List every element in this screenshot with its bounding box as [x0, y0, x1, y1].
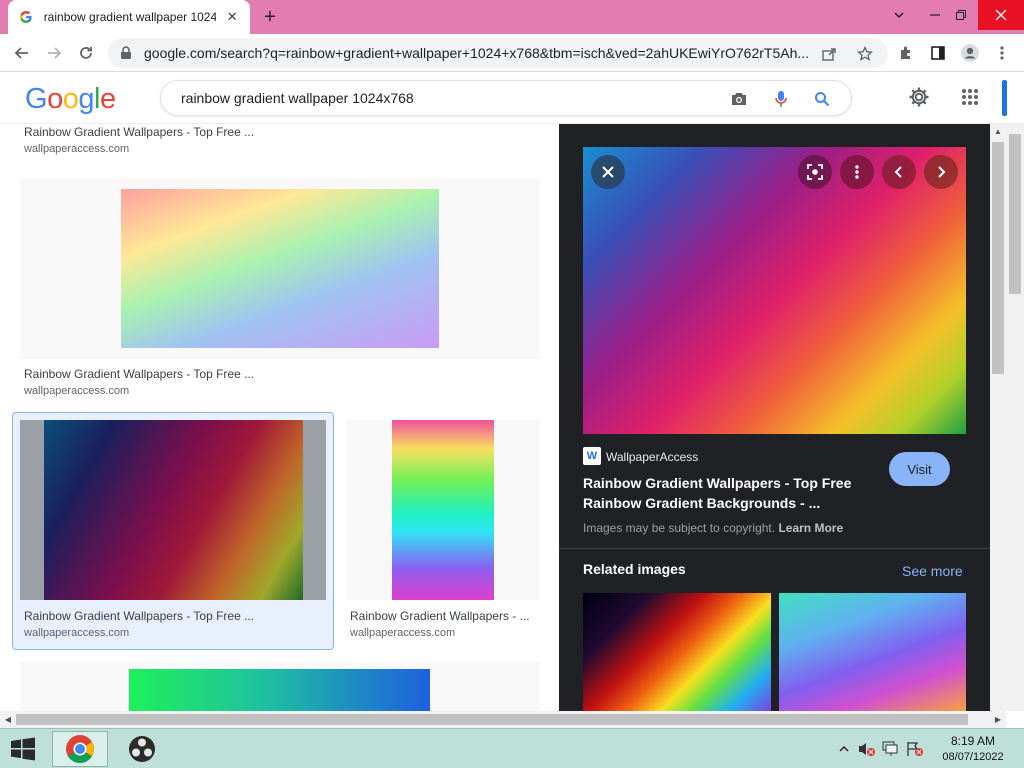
tray-network-icon[interactable]	[882, 741, 900, 757]
result-title[interactable]: Rainbow Gradient Wallpapers - ...	[350, 609, 530, 623]
google-logo-letter: e	[99, 83, 116, 115]
panel-scrollbar[interactable]: ▲	[990, 124, 1006, 711]
horizontal-scrollbar-thumb[interactable]	[16, 714, 968, 725]
result-image-dark-rainbow[interactable]	[44, 420, 303, 600]
profile-icon[interactable]	[958, 41, 982, 65]
clock-time: 8:19 AM	[950, 734, 996, 748]
taskbar-clock[interactable]: 8:19 AM 08/07/12022	[928, 733, 1018, 765]
extensions-icon[interactable]	[894, 41, 918, 65]
side-panel-icon[interactable]	[926, 41, 950, 65]
close-window-button[interactable]	[978, 0, 1024, 30]
google-header: Google rainbow gradient wallpaper 1024x7…	[0, 72, 1024, 124]
lens-search-icon[interactable]	[798, 155, 832, 189]
related-image-1[interactable]	[583, 593, 771, 711]
wallpaperaccess-logo-icon[interactable]: W	[583, 447, 601, 465]
taskbar-obs-icon[interactable]	[114, 731, 170, 767]
search-input[interactable]: rainbow gradient wallpaper 1024x768	[181, 90, 414, 106]
forward-icon[interactable]	[42, 41, 66, 65]
google-logo[interactable]: Google	[25, 83, 116, 116]
related-images-heading: Related images	[583, 561, 686, 577]
new-tab-button[interactable]: +	[258, 6, 282, 28]
image-results-grid: Rainbow Gradient Wallpapers - Top Free .…	[0, 124, 559, 711]
tab-title: rainbow gradient wallpaper 1024x768	[43, 10, 217, 24]
horizontal-scrollbar[interactable]: ◀ ▶	[0, 711, 1006, 728]
google-logo-letter: g	[78, 83, 94, 115]
lock-icon[interactable]	[120, 46, 134, 60]
copyright-text: Images may be subject to copyright.	[583, 521, 776, 535]
tab-search-icon[interactable]	[882, 0, 916, 30]
result-site[interactable]: wallpaperaccess.com	[24, 627, 129, 639]
share-icon[interactable]	[820, 45, 838, 63]
related-image-2[interactable]	[779, 593, 966, 711]
camera-search-icon[interactable]	[729, 89, 749, 109]
tray-chevron-up-icon[interactable]	[835, 741, 853, 757]
back-icon[interactable]	[10, 41, 34, 65]
result-site[interactable]: wallpaperaccess.com	[24, 385, 129, 397]
google-logo-letter: o	[62, 83, 79, 115]
windows-taskbar: 8:19 AM 08/07/12022	[0, 728, 1024, 768]
next-image-icon[interactable]	[924, 155, 958, 189]
previous-image-icon[interactable]	[882, 155, 916, 189]
clock-date: 08/07/12022	[942, 751, 1004, 763]
result-image-green-blue[interactable]	[129, 669, 430, 711]
result-site[interactable]: wallpaperaccess.com	[24, 143, 129, 155]
page-scrollbar[interactable]	[1006, 124, 1024, 711]
chrome-menu-icon[interactable]	[990, 41, 1014, 65]
search-box[interactable]: rainbow gradient wallpaper 1024x768	[160, 80, 852, 116]
settings-gear-icon[interactable]	[907, 85, 931, 109]
result-site[interactable]: wallpaperaccess.com	[350, 627, 455, 639]
search-icon[interactable]	[812, 89, 832, 109]
learn-more-link[interactable]: Learn More	[778, 521, 843, 535]
url-text[interactable]: google.com/search?q=rainbow+gradient+wal…	[144, 45, 816, 61]
scroll-left-arrow-icon[interactable]: ◀	[0, 711, 16, 728]
tab-strip: rainbow gradient wallpaper 1024x768 ✕ +	[0, 0, 1024, 34]
panel-divider	[559, 548, 990, 549]
google-favicon-icon	[18, 9, 34, 25]
browser-toolbar: google.com/search?q=rainbow+gradient+wal…	[0, 34, 1024, 72]
more-options-icon[interactable]	[840, 155, 874, 189]
microphone-icon[interactable]	[771, 89, 791, 109]
tab-close-button[interactable]: ✕	[224, 9, 240, 25]
visit-button[interactable]: Visit	[889, 452, 950, 486]
google-logo-letter: o	[47, 83, 63, 115]
image-preview-panel: W WallpaperAccess Rainbow Gradient Wallp…	[559, 124, 990, 711]
source-name[interactable]: WallpaperAccess	[606, 450, 698, 464]
tray-flag-alert-icon[interactable]	[906, 741, 924, 757]
bookmark-star-icon[interactable]	[856, 45, 874, 63]
result-title[interactable]: Rainbow Gradient Wallpapers - Top Free .…	[24, 609, 254, 623]
result-image-vertical-rainbow[interactable]	[392, 420, 494, 600]
result-title[interactable]: Rainbow Gradient Wallpapers - Top Free .…	[24, 367, 254, 381]
scroll-up-arrow-icon[interactable]: ▲	[990, 124, 1006, 140]
panel-scrollbar-thumb[interactable]	[992, 142, 1004, 374]
scroll-right-arrow-icon[interactable]: ▶	[990, 711, 1006, 728]
result-title[interactable]: Rainbow Gradient Wallpapers - Top Free .…	[24, 125, 254, 139]
account-button-edge[interactable]	[1002, 80, 1007, 116]
address-bar[interactable]: google.com/search?q=rainbow+gradient+wal…	[108, 38, 888, 68]
copyright-notice: Images may be subject to copyright. Lear…	[583, 521, 843, 535]
page-scrollbar-thumb[interactable]	[1009, 134, 1021, 294]
tray-volume-muted-icon[interactable]	[858, 741, 876, 757]
preview-image[interactable]	[583, 147, 966, 434]
preview-title-link[interactable]: Rainbow Gradient Wallpapers - Top Free R…	[583, 473, 873, 513]
google-apps-icon[interactable]	[958, 85, 982, 109]
see-more-link[interactable]: See more	[902, 563, 963, 579]
google-logo-letter: G	[25, 83, 48, 115]
close-preview-icon[interactable]	[591, 155, 625, 189]
tab-active[interactable]: rainbow gradient wallpaper 1024x768 ✕	[8, 0, 250, 34]
reload-icon[interactable]	[74, 41, 98, 65]
taskbar-chrome-icon[interactable]	[52, 731, 108, 767]
restore-button[interactable]	[944, 0, 978, 30]
windows-start-icon[interactable]	[6, 735, 40, 763]
result-image-pastel-rainbow[interactable]	[121, 189, 439, 348]
